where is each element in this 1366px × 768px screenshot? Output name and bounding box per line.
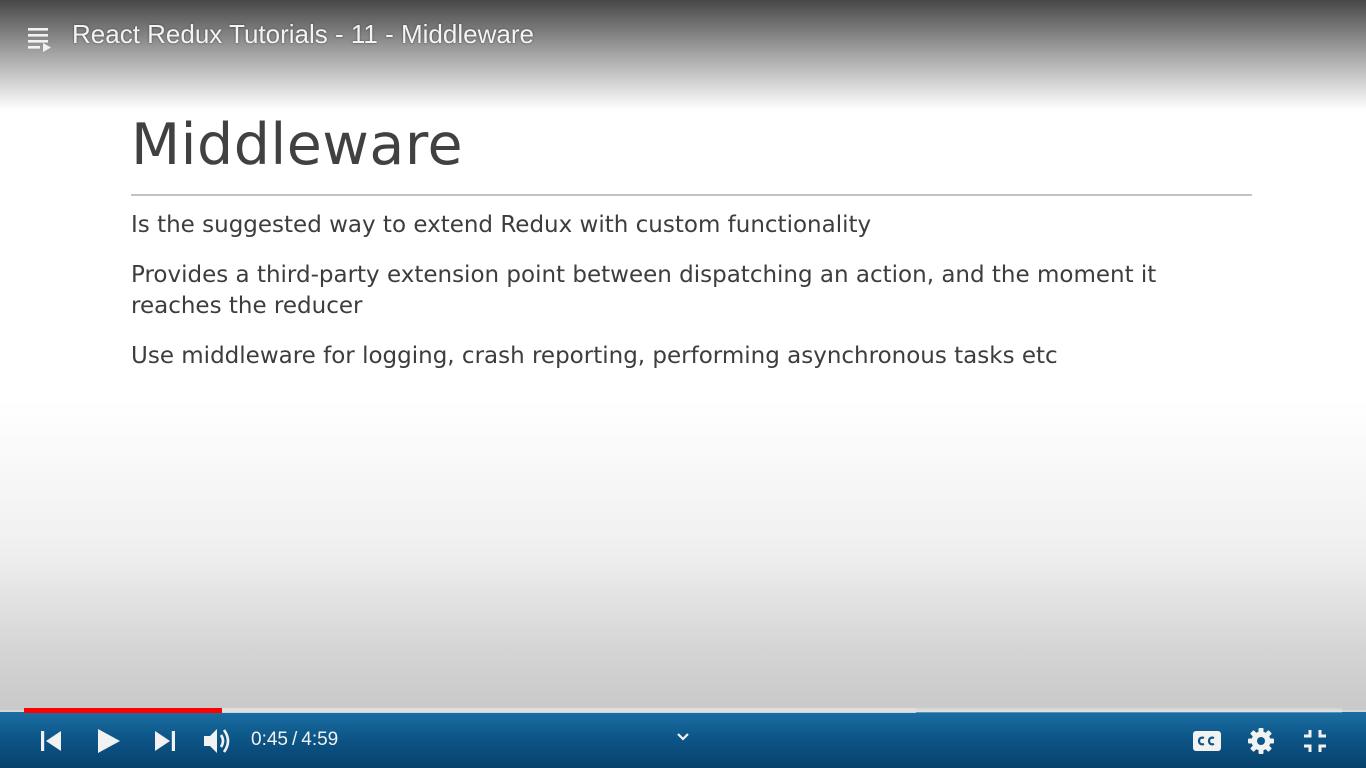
time-display: 0:45/4:59 — [251, 729, 338, 751]
volume-icon[interactable] — [202, 725, 234, 757]
play-icon[interactable] — [95, 726, 123, 756]
progress-bar[interactable] — [24, 708, 1342, 713]
player-top-bar: React Redux Tutorials - 11 - Middleware — [0, 0, 1366, 72]
duration: 4:59 — [301, 729, 339, 750]
time-separator: / — [291, 729, 298, 750]
slide-heading: Middleware — [131, 112, 464, 178]
playlist-icon[interactable] — [26, 24, 58, 54]
skip-previous-icon[interactable] — [38, 728, 64, 754]
video-title[interactable]: React Redux Tutorials - 11 - Middleware — [72, 19, 534, 50]
exit-fullscreen-icon[interactable] — [1300, 726, 1330, 756]
slide-bullet: Provides a third-party extension point b… — [131, 262, 1157, 319]
slide-bullet-list: Is the suggested way to extend Redux wit… — [131, 210, 1211, 391]
slide-divider — [131, 194, 1252, 196]
bottom-gradient-overlay — [0, 560, 1366, 710]
current-time: 0:45 — [251, 729, 288, 750]
skip-next-icon[interactable] — [152, 728, 178, 754]
video-player[interactable]: Middleware Is the suggested way to exten… — [0, 0, 1366, 768]
gear-icon[interactable] — [1246, 726, 1276, 756]
slide-bullet: Is the suggested way to extend Redux wit… — [131, 212, 872, 238]
slide-bullet: Use middleware for logging, crash report… — [131, 343, 1058, 369]
progress-played — [24, 708, 223, 713]
closed-captions-icon[interactable] — [1192, 728, 1222, 754]
chevron-down-icon[interactable] — [675, 729, 691, 745]
